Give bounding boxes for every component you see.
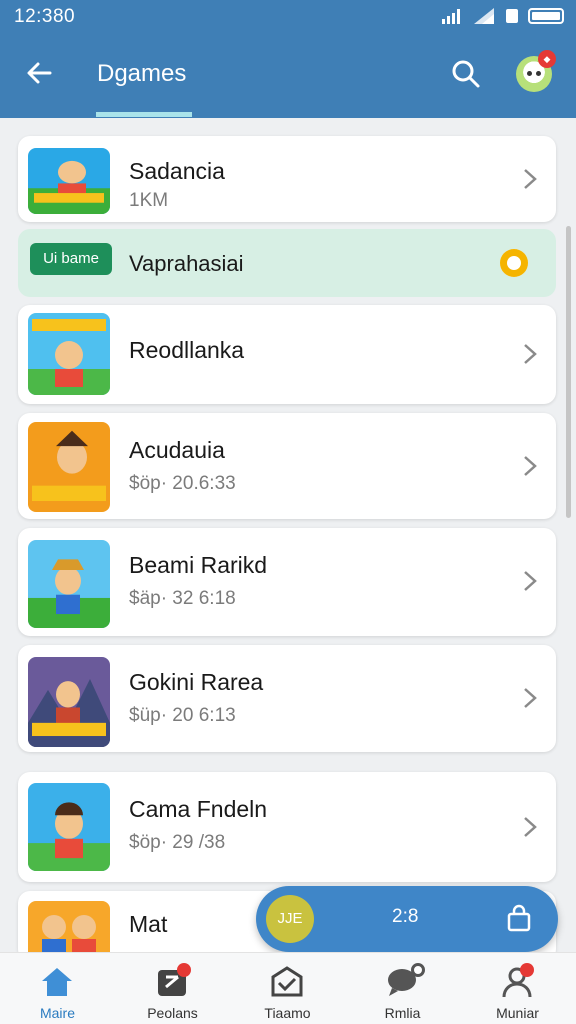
game-name: Gokini Rarea <box>129 669 264 695</box>
inbox-icon <box>271 966 303 997</box>
game-thumbnail <box>28 148 110 214</box>
game-name: Beami Rarikd <box>129 552 268 578</box>
status-icons <box>442 8 564 24</box>
title-underline <box>96 112 192 117</box>
game-subtitle: $öp· 20.6:33 <box>129 473 236 494</box>
game-thumbnail <box>28 422 110 512</box>
chevron-right-icon <box>524 456 537 476</box>
avatar-eye-icon <box>527 71 532 76</box>
sim-icon <box>506 9 518 23</box>
notification-dot <box>520 963 534 977</box>
cart-count: 2:8 <box>392 906 419 927</box>
search-icon[interactable] <box>450 58 482 90</box>
notification-badge: ◆ <box>538 50 556 68</box>
nav-label: Rmlia <box>384 1005 421 1021</box>
highlight-row[interactable]: Ui bame Vaprahasiai <box>18 229 556 297</box>
shopping-bag-icon[interactable] <box>506 904 532 932</box>
game-card[interactable]: Reodllanka <box>18 305 556 404</box>
wifi-icon <box>474 8 494 24</box>
bottom-navigation: Maire Peolans Tiaamo Rmlia Muniar <box>0 952 576 1024</box>
highlight-badge: Ui bame <box>30 243 112 275</box>
nav-label: Peolans <box>147 1005 198 1021</box>
avatar-eye-icon <box>536 71 541 76</box>
nav-item-chat[interactable]: Rmlia <box>345 953 460 1024</box>
game-thumbnail <box>28 540 110 628</box>
game-card[interactable]: Cama Fndeln $öp· 29 /38 <box>18 772 556 882</box>
signal-icon <box>442 9 460 24</box>
game-thumbnail <box>28 783 110 871</box>
game-subtitle: $üp· 20 6:13 <box>129 705 236 726</box>
notification-dot <box>411 963 425 977</box>
game-name: Sadancia <box>129 158 225 184</box>
game-name: Acudauia <box>129 437 225 463</box>
nav-item-games[interactable]: Peolans <box>115 953 230 1024</box>
chevron-right-icon <box>524 688 537 708</box>
battery-icon <box>528 8 564 24</box>
floating-action-bar: JJE 2:8 <box>256 886 558 952</box>
back-arrow-icon[interactable] <box>22 56 56 90</box>
home-icon <box>42 968 72 996</box>
notification-dot <box>177 963 191 977</box>
chevron-right-icon <box>524 344 537 364</box>
nav-label: Tiaamo <box>264 1005 311 1021</box>
chevron-right-icon <box>524 571 537 591</box>
game-subtitle: $äp· 32 6:18 <box>129 588 236 609</box>
nav-label: Muniar <box>496 1005 539 1021</box>
game-name: Reodllanka <box>129 337 245 363</box>
game-name: Cama Fndeln <box>129 796 268 822</box>
chevron-right-icon <box>524 169 537 189</box>
game-name: Mat <box>129 911 168 937</box>
game-card[interactable]: Acudauia $öp· 20.6:33 <box>18 413 556 519</box>
coin-button[interactable]: JJE <box>266 895 314 943</box>
nav-item-inbox[interactable]: Tiaamo <box>230 953 345 1024</box>
page-title: Dgames <box>97 60 187 87</box>
game-subtitle: $öp· 29 /38 <box>129 832 226 853</box>
game-thumbnail <box>28 313 110 395</box>
nav-item-home[interactable]: Maire <box>0 953 115 1024</box>
status-time: 12:380 <box>14 6 76 27</box>
game-subtitle: 1KM <box>129 190 169 211</box>
highlight-name: Vaprahasiai <box>129 251 244 276</box>
app-bar: 12:380 Dgames ◆ <box>0 0 576 118</box>
game-card[interactable]: Beami Rarikd $äp· 32 6:18 <box>18 528 556 636</box>
chevron-right-icon <box>524 817 537 837</box>
game-thumbnail <box>28 657 110 747</box>
status-dot-icon <box>500 249 528 277</box>
game-card[interactable]: Gokini Rarea $üp· 20 6:13 <box>18 645 556 752</box>
nav-item-profile[interactable]: Muniar <box>460 953 575 1024</box>
game-card[interactable]: Sadancia 1KM <box>18 136 556 222</box>
scrollbar[interactable] <box>566 226 571 518</box>
nav-label: Maire <box>39 1005 75 1021</box>
